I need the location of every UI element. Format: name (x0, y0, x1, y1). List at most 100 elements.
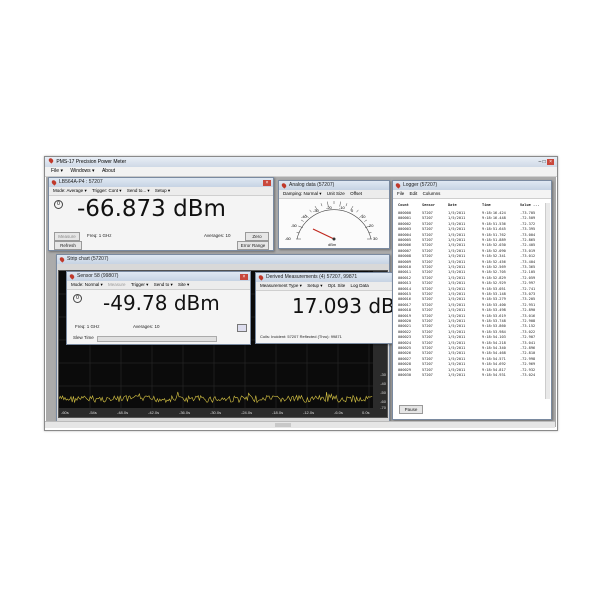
sensor-trigger-menu[interactable]: Trigger ▾ (131, 282, 149, 287)
table-cell: 1/5/2011 (448, 275, 466, 280)
log-data-button[interactable]: Log Data (351, 283, 369, 288)
derived-setup-menu[interactable]: Setup ▾ (307, 283, 322, 288)
table-cell: 1/5/2011 (448, 221, 466, 226)
table-cell: -72.105 (520, 270, 536, 275)
table-cell: 9:18:53.279 (482, 297, 506, 302)
logger-titlebar[interactable]: Logger (57207) (393, 181, 551, 190)
error-range-button[interactable]: Error Range (237, 241, 269, 250)
table-cell: -73.705 (520, 211, 536, 215)
logger-table-body[interactable]: 000000 57207 1/5/2011 9:18:16.424 -73.705 000… (396, 211, 548, 381)
drop-icon (50, 179, 58, 186)
column-header[interactable]: Value ... (520, 203, 539, 207)
close-icon[interactable]: × (240, 274, 248, 280)
table-cell: 000030 (398, 373, 411, 377)
refresh-button[interactable]: Refresh (54, 241, 82, 250)
logger-menu-columns[interactable]: Columns (423, 191, 441, 196)
strip-x-label: -48.0s (117, 410, 129, 415)
table-cell: 9:18:52.829 (482, 275, 506, 280)
strip-chart-trace (58, 391, 373, 404)
sensor-measurement-value: -49.78 dBm (103, 291, 220, 315)
table-row[interactable]: 000030 57207 1/5/2011 9:18:54.931 -73.024 (396, 373, 546, 378)
table-cell: 1/5/2011 (448, 367, 466, 372)
slew-time-label: Slew Time (73, 335, 94, 340)
scrollbar-thumb[interactable] (275, 423, 291, 427)
opt-site-button[interactable]: Opt. Site (328, 283, 346, 288)
zero-button[interactable]: Zero (245, 232, 269, 241)
sensor-mode-menu[interactable]: Mode: Normal ▾ (71, 282, 103, 287)
table-cell: 1/5/2011 (448, 292, 466, 296)
table-cell: 9:18:52.090 (482, 248, 506, 253)
table-cell: 57207 (422, 302, 433, 307)
table-cell: 1/5/2011 (448, 238, 466, 242)
table-cell: 1/5/2011 (448, 227, 466, 232)
sensor-send-to-menu[interactable]: Send to ▾ (154, 282, 173, 287)
table-cell: 000015 (398, 292, 411, 296)
sensor-titlebar[interactable]: Sensor 58 (99807) × (67, 272, 250, 281)
strip-x-label: -42.0s (148, 410, 160, 415)
table-cell: 000007 (398, 248, 411, 253)
table-cell: -73.024 (520, 373, 536, 377)
table-cell: 000024 (398, 340, 411, 345)
unit-size-button[interactable]: Unit Size (327, 191, 345, 196)
table-cell: 9:18:16.424 (482, 211, 506, 215)
zero-indicator-icon[interactable]: 0 (73, 294, 82, 303)
table-cell: -72.907 (520, 335, 536, 340)
table-cell: 000023 (398, 335, 411, 340)
table-cell: -72.405 (520, 243, 536, 248)
table-cell: -73.012 (520, 254, 536, 259)
logger-scrollbar[interactable] (545, 203, 550, 399)
strip-y-label: -50 (380, 390, 386, 395)
logger-menubar: File Edit Columns (393, 190, 551, 199)
setup-menu[interactable]: Setup ▾ (155, 188, 170, 193)
column-header[interactable]: Count (398, 203, 409, 207)
menu-about[interactable]: About (102, 168, 115, 174)
maximize-icon[interactable]: □ (543, 159, 546, 165)
zero-indicator-icon[interactable]: 0 (54, 200, 63, 209)
table-cell: 57207 (422, 227, 433, 232)
table-cell: 57207 (422, 232, 433, 237)
table-cell: 000013 (398, 281, 411, 286)
menu-file[interactable]: File ▾ (51, 168, 63, 174)
column-header[interactable]: Date (448, 203, 457, 207)
measurement-type-menu[interactable]: Measurement Type ▾ (260, 283, 302, 288)
sensor-settings-icon[interactable] (237, 324, 247, 332)
gauge-tick-label: -20 (326, 205, 332, 210)
close-icon[interactable]: × (263, 180, 271, 186)
logger-menu-edit[interactable]: Edit (410, 191, 418, 196)
strip-chart-titlebar[interactable]: Strip chart (57207) (57, 255, 389, 264)
table-cell: 9:18:52.569 (482, 265, 506, 269)
gauge-unit-label: dBm (328, 242, 337, 247)
sensor-site-menu[interactable]: Site ▾ (178, 282, 189, 287)
table-cell: 57207 (422, 254, 433, 259)
mode-menu[interactable]: Mode: Average ▾ (53, 188, 87, 193)
column-header[interactable]: Time (482, 203, 491, 207)
logger-menu-file[interactable]: File (397, 191, 404, 196)
close-icon[interactable]: × (547, 159, 554, 165)
app-window-controls[interactable]: – □ × (538, 157, 554, 167)
strip-x-label: -30.0s (210, 410, 222, 415)
strip-x-label: -6.0s (334, 410, 343, 415)
table-cell: 000005 (398, 238, 411, 242)
sensor-measure-button[interactable]: Measure (108, 282, 126, 287)
analog-gauge-titlebar[interactable]: Analog data (57207) (279, 181, 389, 190)
table-cell: 57207 (422, 265, 433, 269)
table-cell: 57207 (422, 292, 433, 296)
main-meter-titlebar[interactable]: LB564A-P4 : 57207 × (49, 178, 273, 187)
damping-menu[interactable]: Damping: Normal ▾ (283, 191, 322, 196)
send-to-menu[interactable]: Send to... ▾ (127, 188, 150, 193)
table-cell: 57207 (422, 313, 433, 318)
trigger-menu[interactable]: Trigger: Cont ▾ (92, 188, 122, 193)
analog-gauge-toolbar: Damping: Normal ▾ Unit Size Offset (279, 190, 389, 199)
table-cell: 57207 (422, 351, 433, 356)
slew-time-slider[interactable] (97, 336, 217, 342)
pause-button[interactable]: Pause (399, 405, 423, 414)
measure-button[interactable]: Measure (54, 232, 80, 241)
table-cell: 9:18:51.762 (482, 232, 506, 237)
minimize-icon[interactable]: – (538, 159, 541, 165)
table-cell: -72.372 (520, 221, 536, 226)
offset-button[interactable]: Offset (350, 191, 362, 196)
column-header[interactable]: Sensor (422, 203, 435, 207)
main-measurement-value: -66.873 dBm (77, 196, 226, 222)
app-horizontal-scrollbar[interactable] (45, 421, 555, 428)
menu-windows[interactable]: Windows ▾ (70, 168, 94, 174)
